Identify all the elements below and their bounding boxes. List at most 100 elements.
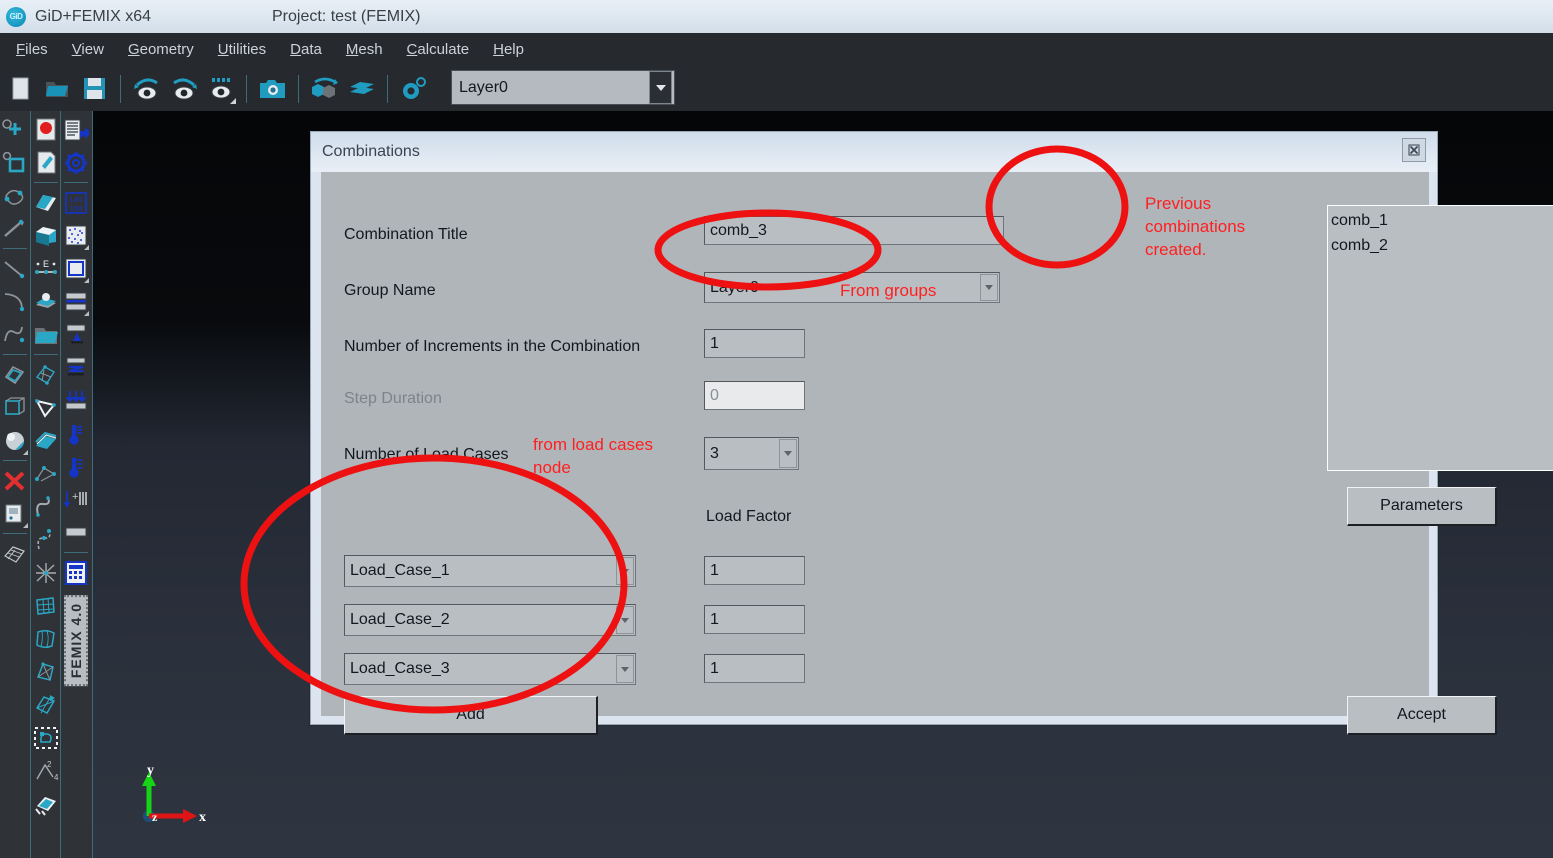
combinations-listbox[interactable]: comb_1 comb_2: [1327, 205, 1553, 471]
numbering-icon[interactable]: 24: [32, 754, 60, 787]
load-case-combo-3[interactable]: Load_Case_3: [344, 653, 636, 685]
temperature-icon[interactable]: [62, 417, 90, 450]
menu-item-calculate[interactable]: Calculate: [395, 38, 482, 61]
num-load-cases-label: Number of Load Cases: [344, 446, 509, 464]
layer-stack-icon[interactable]: [32, 285, 60, 318]
save-disk-icon[interactable]: [79, 73, 110, 104]
undo-view-icon[interactable]: [131, 73, 162, 104]
copy-paste-icon[interactable]: [1, 497, 29, 530]
list-item[interactable]: comb_1: [1331, 208, 1553, 233]
layers-icon[interactable]: [346, 73, 377, 104]
support-fixed-icon[interactable]: [62, 351, 90, 384]
add-button[interactable]: Add: [344, 696, 598, 735]
dotted-region-icon[interactable]: [62, 219, 90, 252]
unstructured-mesh-icon[interactable]: [32, 655, 60, 688]
menu-item-files[interactable]: Files: [4, 38, 60, 61]
load-factor-input-2[interactable]: 1: [704, 605, 805, 634]
load-case-value-1: Load_Case_1: [345, 562, 616, 580]
calculator-icon[interactable]: [62, 556, 90, 589]
nurbs-surface-icon[interactable]: [1, 358, 29, 391]
layer-combo[interactable]: Layer0: [451, 70, 675, 105]
lin150-icon[interactable]: LIN150: [62, 186, 90, 219]
chevron-down-icon[interactable]: [779, 439, 797, 468]
menu-item-geometry[interactable]: Geometry: [116, 38, 206, 61]
toolbar-separator: [34, 182, 58, 183]
edit-pencil-icon[interactable]: [32, 146, 60, 179]
support-triangle-icon[interactable]: [62, 318, 90, 351]
materials-red-dot-icon[interactable]: [32, 113, 60, 146]
parameters-button[interactable]: Parameters: [1347, 487, 1497, 526]
new-file-icon[interactable]: [5, 73, 36, 104]
slab-layers-icon[interactable]: [62, 285, 90, 318]
chevron-down-icon[interactable]: [616, 557, 634, 585]
load-case-combo-2[interactable]: Load_Case_2: [344, 604, 636, 636]
select-mesh-icon[interactable]: [32, 721, 60, 754]
spline-icon[interactable]: [1, 318, 29, 351]
boundary-region-icon[interactable]: [62, 252, 90, 285]
num-increments-input[interactable]: 1: [704, 329, 805, 358]
volume-cyan-icon[interactable]: [32, 219, 60, 252]
preferences-gear-icon[interactable]: [398, 73, 429, 104]
create-point-icon[interactable]: [1, 113, 29, 146]
structured-surf-icon[interactable]: [32, 589, 60, 622]
chevron-down-icon[interactable]: [649, 71, 672, 104]
load-factor-input-1[interactable]: 1: [704, 556, 805, 585]
mesh-quad-icon[interactable]: [32, 358, 60, 391]
chevron-down-icon[interactable]: [616, 655, 634, 683]
axis-label-y: y: [147, 763, 154, 778]
folder-icon[interactable]: [32, 318, 60, 351]
dialog-titlebar: Combinations: [311, 132, 1437, 172]
surface-cyan-icon[interactable]: [32, 186, 60, 219]
volume-cube-icon[interactable]: [1, 391, 29, 424]
sphere-icon[interactable]: [1, 424, 29, 457]
arc-icon[interactable]: [1, 285, 29, 318]
chevron-down-icon[interactable]: [616, 606, 634, 634]
curve-points-icon[interactable]: [32, 523, 60, 556]
menu-item-help[interactable]: Help: [481, 38, 536, 61]
temperature-gradient-icon[interactable]: [62, 450, 90, 483]
toolbar-separator: [120, 75, 121, 103]
left-toolbars: E: [0, 111, 92, 858]
star-mesh-icon[interactable]: [32, 556, 60, 589]
annotation-from-load-cases: from load cases node: [533, 433, 653, 479]
combination-title-label: Combination Title: [344, 226, 468, 244]
num-increments-label: Number of Increments in the Combination: [344, 338, 640, 356]
import-data-icon[interactable]: [62, 113, 90, 146]
element-E-icon[interactable]: E: [32, 252, 60, 285]
open-folder-icon[interactable]: [42, 73, 73, 104]
menu-item-data[interactable]: Data: [278, 38, 334, 61]
create-line-point-icon[interactable]: [1, 212, 29, 245]
accept-button[interactable]: Accept: [1347, 696, 1497, 735]
settings-gear-blue-icon[interactable]: [62, 146, 90, 179]
mesh-draw-icon[interactable]: [32, 787, 60, 820]
load-case-combo-1[interactable]: Load_Case_1: [344, 555, 636, 587]
list-item[interactable]: comb_2: [1331, 233, 1553, 258]
snapshot-camera-icon[interactable]: [257, 73, 288, 104]
prestress-bar-icon[interactable]: [62, 516, 90, 549]
load-arrows-icon[interactable]: [62, 384, 90, 417]
num-load-cases-combo[interactable]: 3: [704, 437, 799, 470]
create-nurbs-icon[interactable]: [1, 179, 29, 212]
delete-x-icon[interactable]: [1, 464, 29, 497]
semi-structured-icon[interactable]: [32, 622, 60, 655]
curve-mesh-icon[interactable]: [32, 490, 60, 523]
prestress-icon[interactable]: +: [62, 483, 90, 516]
menu-item-utilities[interactable]: Utilities: [206, 38, 278, 61]
toolbar-separator: [3, 354, 27, 355]
menu-item-mesh[interactable]: Mesh: [334, 38, 395, 61]
render-view-icon[interactable]: [205, 73, 236, 104]
straight-line-icon[interactable]: [1, 252, 29, 285]
rotate-model-icon[interactable]: [309, 73, 340, 104]
redo-view-icon[interactable]: [168, 73, 199, 104]
close-icon[interactable]: [1402, 138, 1426, 162]
combination-title-input[interactable]: comb_3: [704, 216, 1004, 245]
load-factor-input-3[interactable]: 1: [704, 654, 805, 683]
mesh-tri-icon[interactable]: [32, 391, 60, 424]
mesh-surface-icon[interactable]: [1, 537, 29, 570]
cordon-mesh-icon[interactable]: [32, 688, 60, 721]
create-rectangle-icon[interactable]: [1, 146, 29, 179]
chevron-down-icon[interactable]: [980, 274, 998, 301]
menu-item-view[interactable]: View: [60, 38, 116, 61]
mesh-points-icon[interactable]: [32, 457, 60, 490]
mesh-layers-icon[interactable]: [32, 424, 60, 457]
